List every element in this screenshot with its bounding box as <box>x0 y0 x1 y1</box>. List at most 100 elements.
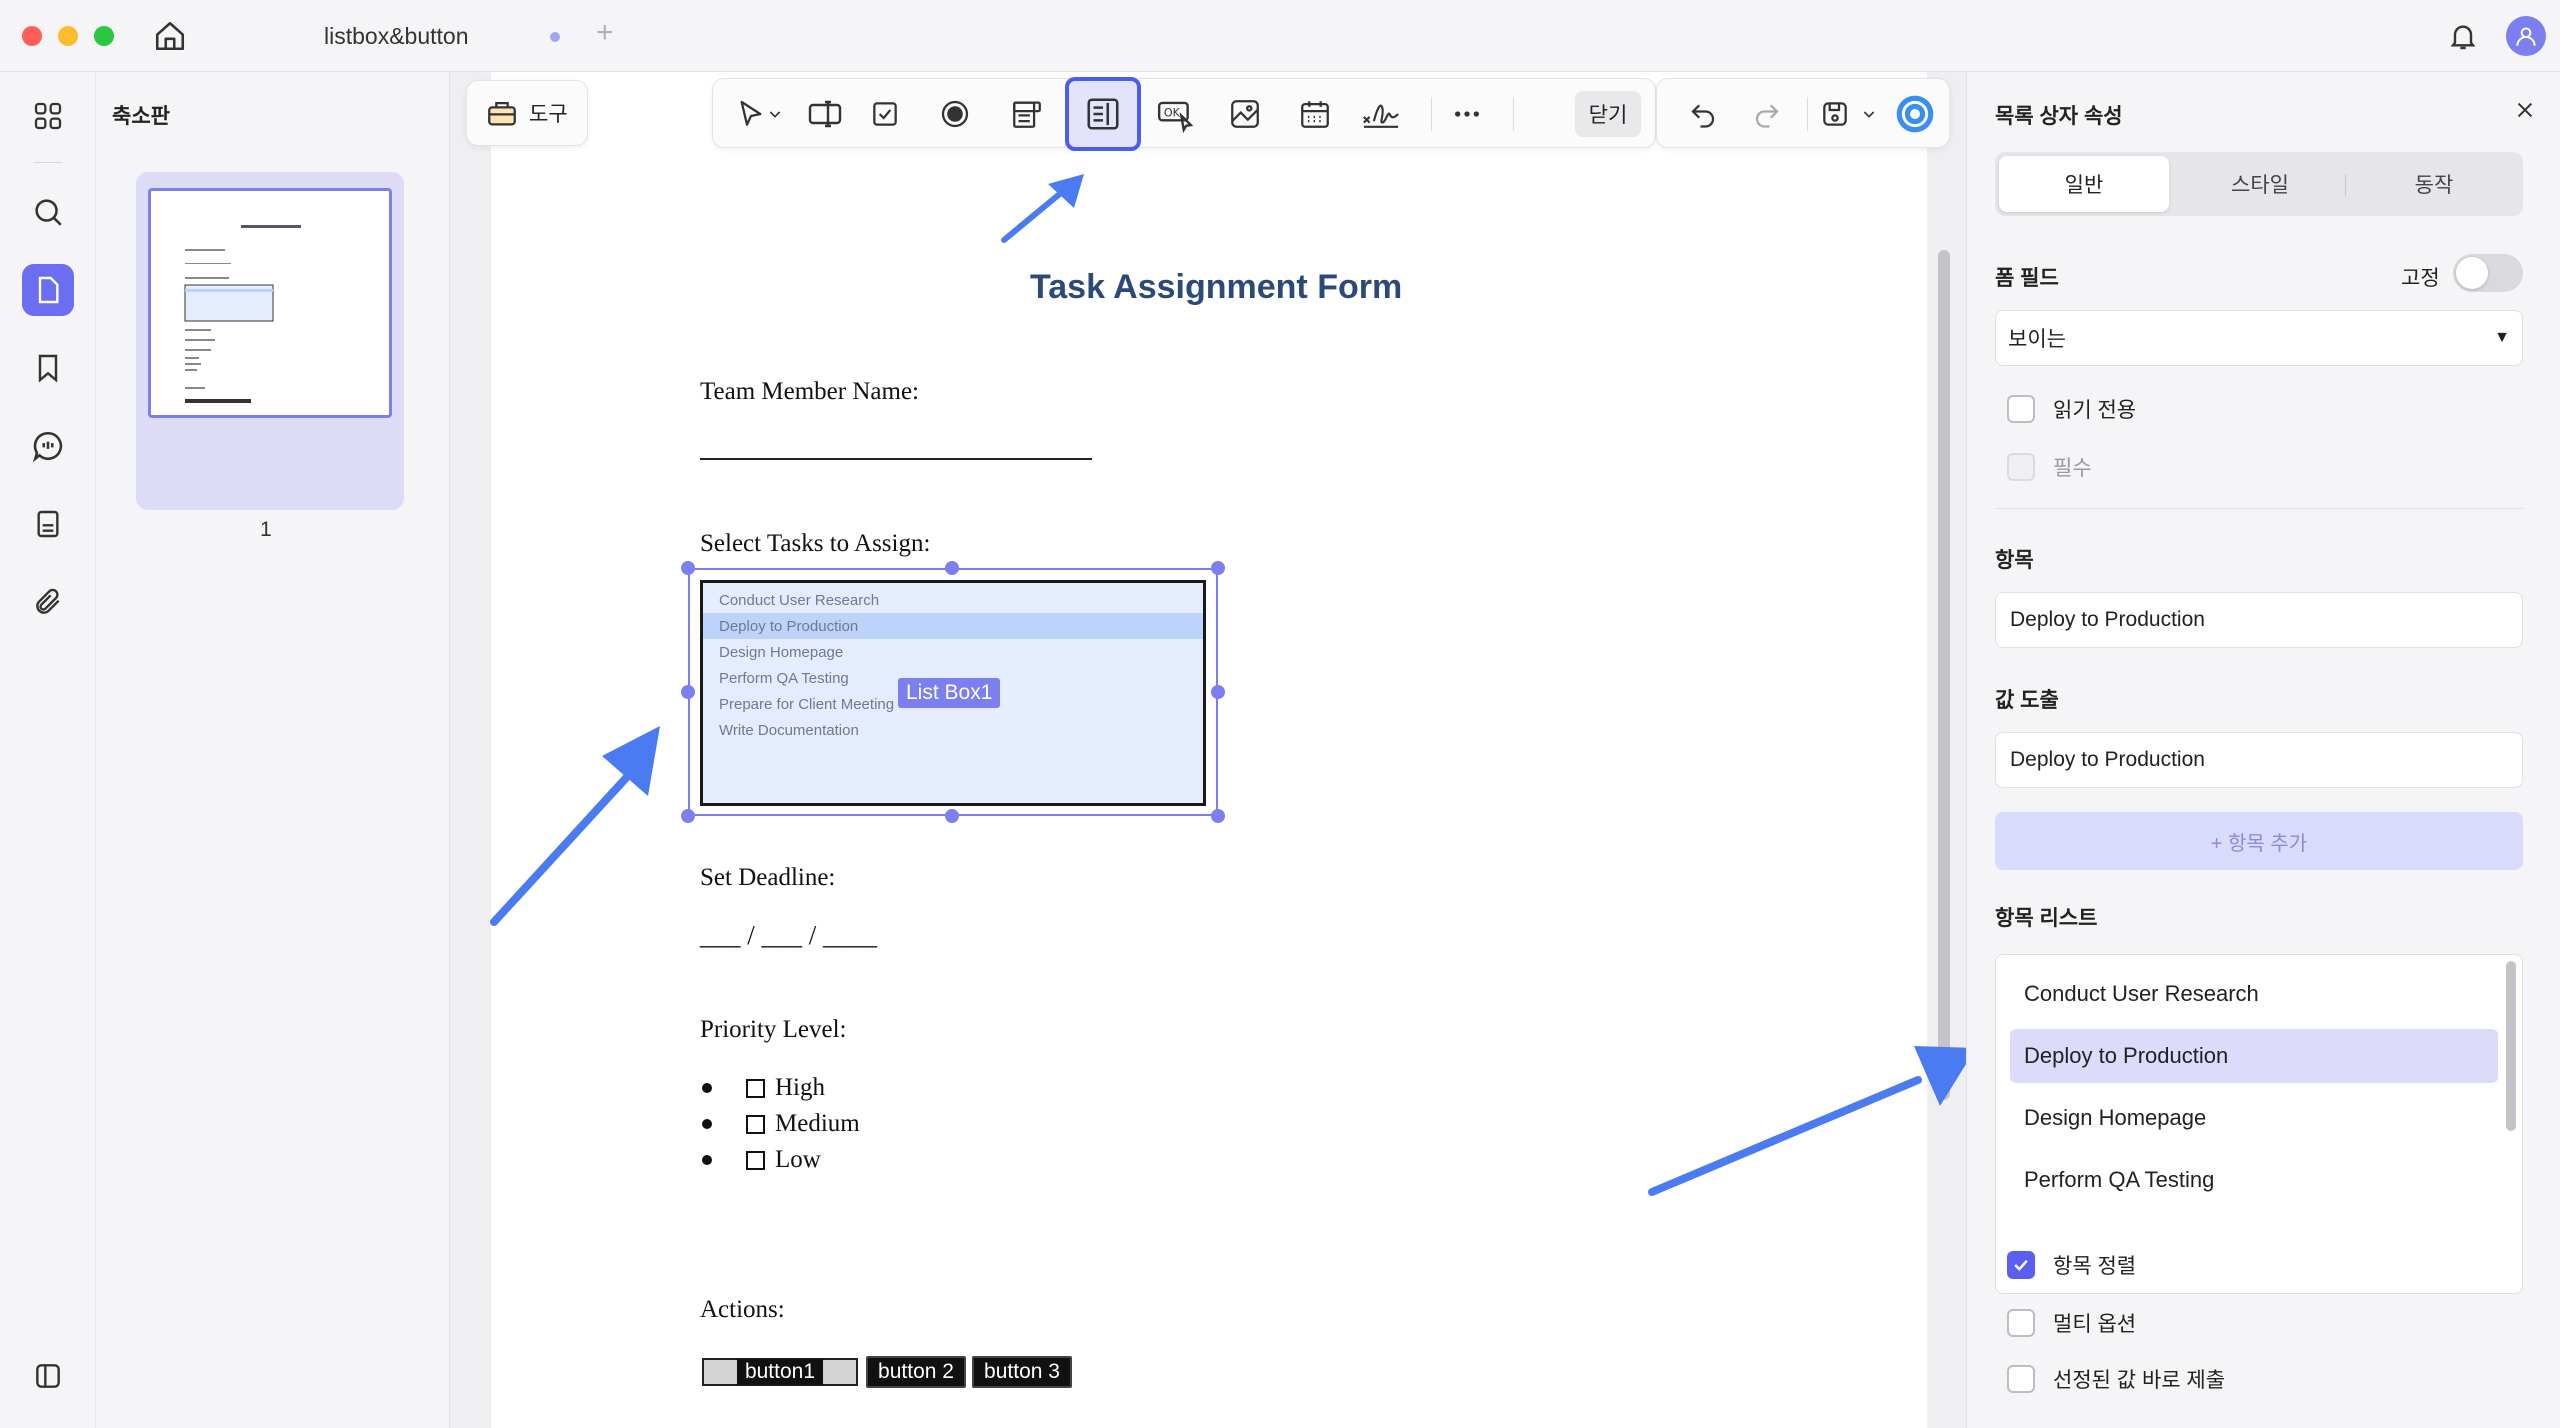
required-checkbox[interactable] <box>2007 453 2035 481</box>
sort-items-checkbox[interactable] <box>2007 1251 2035 1279</box>
commit-immediately-option[interactable]: 선정된 값 바로 제출 <box>2007 1364 2225 1394</box>
minimize-window-button[interactable] <box>58 26 78 46</box>
undo-icon <box>1691 104 1715 128</box>
select-tool-dropdown[interactable] <box>763 90 787 138</box>
item-list-entry[interactable]: Perform QA Testing <box>2010 1153 2498 1207</box>
comments-button[interactable] <box>22 420 74 472</box>
item-list-entry-selected[interactable]: Deploy to Production <box>2010 1029 2498 1083</box>
form-button-3[interactable]: button 3 <box>972 1356 1072 1388</box>
resize-handle-left[interactable] <box>681 685 695 699</box>
apps-button[interactable] <box>22 90 74 142</box>
tab-general[interactable]: 일반 <box>1999 156 2169 212</box>
resize-handle-right[interactable] <box>1211 685 1225 699</box>
text-field-tool-button[interactable] <box>801 90 849 138</box>
zoom-window-button[interactable] <box>94 26 114 46</box>
item-label: 항목 <box>1995 549 2034 572</box>
listbox-item[interactable]: Design Homepage <box>703 639 1203 665</box>
user-icon <box>2516 27 2536 46</box>
attachments-button[interactable] <box>22 576 74 628</box>
form-button-2[interactable]: button 2 <box>866 1356 966 1388</box>
redo-icon <box>1755 104 1779 128</box>
tab-action[interactable]: 동작 <box>2349 156 2519 212</box>
readonly-option[interactable]: 읽기 전용 <box>2007 394 2136 424</box>
save-button[interactable] <box>1811 90 1859 138</box>
close-window-button[interactable] <box>22 26 42 46</box>
redo-button[interactable] <box>1743 90 1791 138</box>
listbox-item[interactable]: Conduct User Research <box>703 587 1203 613</box>
radio-tool-button[interactable] <box>931 90 979 138</box>
item-input[interactable]: Deploy to Production <box>1995 592 2523 648</box>
close-form-edit-button[interactable]: 닫기 <box>1575 91 1641 137</box>
listbox-item-selected[interactable]: Deploy to Production <box>703 613 1203 639</box>
resize-handle-top[interactable] <box>945 561 959 575</box>
listbox-properties-panel: 목록 상자 속성 일반 스타일 동작 폼 필드 고정 보이는 ▼ 읽기 전용 필… <box>1966 72 2560 1428</box>
readonly-label: 읽기 전용 <box>2053 399 2137 422</box>
forms-button[interactable] <box>22 498 74 550</box>
notifications-button[interactable] <box>2443 16 2483 56</box>
item-list[interactable]: Conduct User Research Deploy to Producti… <box>1995 954 2523 1294</box>
visibility-select[interactable]: 보이는 ▼ <box>1995 310 2523 366</box>
search-button[interactable] <box>22 186 74 238</box>
close-icon <box>2517 102 2533 118</box>
page-thumbnail-1[interactable] <box>136 172 404 510</box>
form-toolbar: OK 닫기 <box>712 77 1656 151</box>
document-tab[interactable]: listbox&button <box>240 10 580 62</box>
new-tab-button[interactable]: + <box>596 18 614 48</box>
ai-assistant-button[interactable] <box>1891 90 1939 138</box>
export-value-label: 값 도출 <box>1995 689 2059 712</box>
tools-label: 도구 <box>529 103 568 126</box>
document-scrollbar[interactable] <box>1938 250 1950 1100</box>
text-field-icon <box>808 100 842 128</box>
checkbox-tool-button[interactable] <box>861 90 909 138</box>
listbox-item[interactable]: Write Documentation <box>703 717 1203 743</box>
thumbnails-button[interactable] <box>22 264 74 316</box>
resize-handle-top-right[interactable] <box>1211 561 1225 575</box>
date-tool-button[interactable] <box>1291 90 1339 138</box>
tools-button[interactable]: 도구 <box>466 80 588 146</box>
left-icon-rail <box>0 72 96 1428</box>
search-icon <box>35 199 62 226</box>
item-list-entry[interactable]: Design Homepage <box>2010 1091 2498 1145</box>
combo-box-tool-button[interactable] <box>1003 90 1051 138</box>
lock-toggle[interactable] <box>2453 254 2523 292</box>
more-icon <box>1455 111 1479 117</box>
item-list-entry[interactable]: Conduct User Research <box>2010 967 2498 1021</box>
tab-style[interactable]: 스타일 <box>2175 156 2345 212</box>
multi-select-option[interactable]: 멀티 옵션 <box>2007 1308 2136 1338</box>
form-button-1[interactable]: button1 <box>702 1358 858 1386</box>
item-list-scrollbar[interactable] <box>2506 961 2516 1131</box>
add-item-button[interactable]: + 항목 추가 <box>1995 812 2523 870</box>
image-tool-button[interactable] <box>1221 90 1269 138</box>
list-box-tool-button[interactable] <box>1065 77 1141 151</box>
undo-button[interactable] <box>1679 90 1727 138</box>
user-avatar[interactable] <box>2506 16 2546 56</box>
priority-checkbox <box>746 1114 765 1134</box>
comment-icon <box>32 431 63 463</box>
home-button[interactable] <box>150 16 190 56</box>
button-tool-button[interactable]: OK <box>1151 90 1199 138</box>
chevron-down-icon <box>769 111 781 118</box>
resize-handle-top-left[interactable] <box>681 561 695 575</box>
resize-handle-bottom-left[interactable] <box>681 809 695 823</box>
resize-handle-bottom[interactable] <box>945 809 959 823</box>
required-option[interactable]: 필수 <box>2007 452 2092 482</box>
bookmarks-button[interactable] <box>22 342 74 394</box>
sidebar-toggle-button[interactable] <box>22 1350 74 1402</box>
thumbnail-panel-title: 축소판 <box>112 105 170 128</box>
commit-immediately-checkbox[interactable] <box>2007 1365 2035 1393</box>
export-value-input[interactable]: Deploy to Production <box>1995 732 2523 788</box>
sort-items-option[interactable]: 항목 정렬 <box>2007 1250 2136 1280</box>
save-options-dropdown[interactable] <box>1857 90 1881 138</box>
name-underline <box>700 458 1092 460</box>
resize-handle-bottom-right[interactable] <box>1211 809 1225 823</box>
close-properties-button[interactable] <box>2507 92 2543 128</box>
signature-tool-button[interactable] <box>1357 90 1405 138</box>
toolbox-icon <box>488 101 516 126</box>
lock-label: 고정 <box>2401 267 2440 290</box>
readonly-checkbox[interactable] <box>2007 395 2035 423</box>
toggle-knob <box>2456 257 2488 289</box>
multi-select-checkbox[interactable] <box>2007 1309 2035 1337</box>
priority-checkbox <box>746 1150 765 1170</box>
visibility-value: 보이는 <box>2008 328 2066 351</box>
more-tools-button[interactable] <box>1443 90 1491 138</box>
